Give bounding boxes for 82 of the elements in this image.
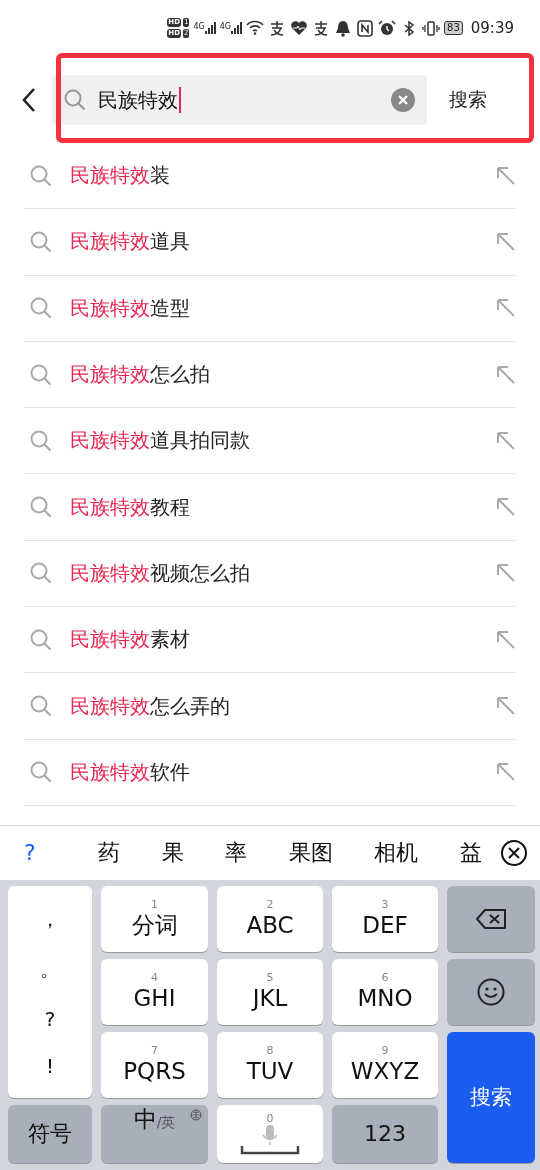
- smiley-icon: [477, 977, 505, 1006]
- globe-icon: [190, 1108, 202, 1121]
- suggestion-item[interactable]: 民族特效道具: [70, 228, 478, 256]
- search-icon: [30, 628, 52, 651]
- backspace-key[interactable]: [447, 885, 535, 952]
- suggestion-item[interactable]: 民族特效道具拍同款: [70, 427, 478, 455]
- letter-key[interactable]: 5 JKL: [217, 958, 323, 1025]
- spacebar-icon: [240, 1144, 300, 1155]
- fill-arrow-icon[interactable]: [496, 231, 516, 252]
- letter-key[interactable]: 3 DEF: [332, 885, 438, 952]
- fill-arrow-icon[interactable]: [496, 165, 516, 186]
- function-key[interactable]: 123: [332, 1104, 438, 1163]
- candidate-word[interactable]: 益: [455, 837, 486, 868]
- punctuation-symbol: ，: [40, 905, 60, 933]
- search-icon: [30, 297, 52, 320]
- space-key[interactable]: 0: [217, 1104, 323, 1163]
- search-icon: [30, 429, 52, 452]
- suggestion-item[interactable]: 民族特效视频怎么拍: [70, 559, 478, 587]
- fill-arrow-icon[interactable]: [496, 762, 516, 783]
- punctuation-symbol: !: [46, 1054, 54, 1079]
- suggestion-item[interactable]: 民族特效素材: [70, 626, 478, 654]
- letter-key[interactable]: 2 ABC: [217, 885, 323, 952]
- suggestion-item[interactable]: 民族特效怎么拍: [70, 361, 478, 389]
- punctuation-key[interactable]: ， 。 ? !: [8, 885, 92, 1098]
- close-icon[interactable]: [500, 838, 528, 867]
- candidate-word[interactable]: 药: [94, 837, 124, 868]
- candidate-word[interactable]: 相机: [370, 837, 423, 868]
- fill-arrow-icon[interactable]: [496, 430, 516, 451]
- search-field[interactable]: 民族特效: [52, 75, 427, 125]
- fill-arrow-icon[interactable]: [496, 298, 516, 319]
- fill-arrow-icon[interactable]: [496, 629, 516, 650]
- help-button[interactable]: ?: [24, 840, 94, 866]
- backspace-icon: [476, 907, 506, 930]
- search-icon: [30, 230, 52, 253]
- fill-arrow-icon[interactable]: [496, 364, 516, 385]
- search-icon: [64, 89, 86, 111]
- back-icon[interactable]: [20, 87, 36, 113]
- search-icon: [30, 363, 52, 386]
- suggestion-item[interactable]: 民族特效装: [70, 162, 478, 190]
- punctuation-symbol: ?: [44, 1006, 56, 1031]
- signal-icon: [204, 22, 216, 34]
- letter-key[interactable]: 8 TUV: [217, 1031, 323, 1098]
- language-key[interactable]: 中/英: [101, 1104, 208, 1163]
- network-type: 4G: [193, 22, 205, 31]
- suggestion-item[interactable]: 民族特效怎么弄的: [70, 692, 478, 720]
- suggestion-item[interactable]: 民族特效软件: [70, 758, 478, 786]
- emoji-key[interactable]: [447, 958, 535, 1025]
- search-button[interactable]: 搜索: [443, 83, 493, 117]
- candidate-word[interactable]: 果: [157, 837, 188, 868]
- alarm-icon: [378, 19, 397, 37]
- fill-arrow-icon[interactable]: [496, 696, 516, 716]
- candidate-word[interactable]: 果图: [284, 837, 337, 868]
- letter-key[interactable]: 1 分词: [101, 885, 208, 952]
- suggestion-item[interactable]: 民族特效教程: [70, 493, 478, 521]
- search-icon: [30, 761, 52, 784]
- fill-arrow-icon[interactable]: [496, 497, 516, 518]
- vibrate-icon: [422, 19, 441, 37]
- punctuation-symbol: 。: [40, 956, 60, 984]
- search-icon: [30, 164, 52, 187]
- letter-key[interactable]: 9 WXYZ: [332, 1031, 438, 1098]
- function-key[interactable]: 符号: [8, 1104, 92, 1163]
- search-icon: [30, 695, 52, 717]
- clock: 09:39: [470, 19, 514, 37]
- search-query: 民族特效: [98, 86, 178, 114]
- letter-key[interactable]: 7 PQRS: [101, 1031, 208, 1098]
- network-type: 4G: [219, 22, 232, 31]
- signal-icon: [231, 22, 243, 34]
- nfc-icon: [356, 19, 375, 37]
- text-cursor: [179, 87, 181, 113]
- suggestion-item[interactable]: 民族特效造型: [70, 294, 478, 322]
- battery-level: 83: [444, 21, 463, 35]
- letter-key[interactable]: 4 GHI: [101, 958, 208, 1025]
- heart-icon: [290, 19, 309, 37]
- search-icon: [30, 562, 52, 585]
- letter-key[interactable]: 6 MNO: [332, 958, 438, 1025]
- candidate-word[interactable]: 率: [221, 837, 252, 868]
- search-key[interactable]: 搜索: [447, 1031, 535, 1163]
- clear-icon[interactable]: [391, 88, 415, 112]
- wifi-icon: [246, 19, 265, 37]
- search-icon: [30, 496, 52, 519]
- bell-icon: [334, 19, 353, 37]
- fill-arrow-icon[interactable]: [496, 563, 516, 584]
